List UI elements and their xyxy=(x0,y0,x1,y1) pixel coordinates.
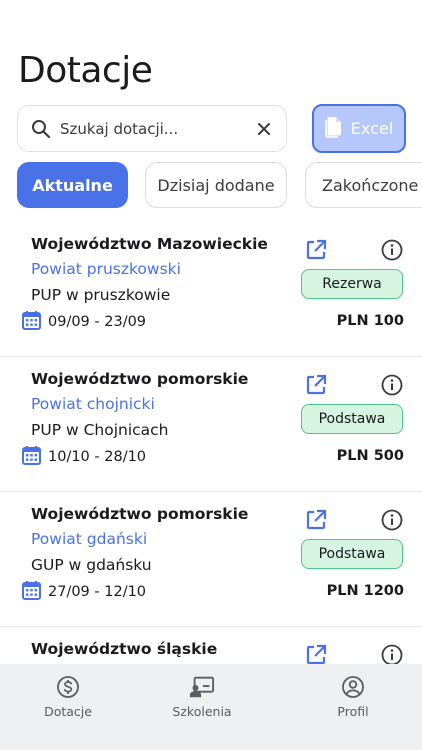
status-badge: Podstawa xyxy=(301,539,403,569)
grant-region: Województwo Mazowieckie xyxy=(31,235,268,253)
grant-card[interactable]: Województwo pomorskie Powiat chojnicki P… xyxy=(0,357,422,492)
tab-grants[interactable]: Dotacje xyxy=(8,674,128,719)
grant-region: Województwo pomorskie xyxy=(31,370,249,388)
user-circle-icon xyxy=(340,674,366,700)
excel-export-button[interactable]: Excel xyxy=(312,104,406,153)
grants-list: Województwo Mazowieckie Powiat pruszkows… xyxy=(0,222,422,664)
filter-finished[interactable]: Zakończone xyxy=(305,162,422,208)
calendar-icon xyxy=(22,445,41,469)
search-input[interactable] xyxy=(60,119,250,138)
info-icon[interactable] xyxy=(380,238,404,262)
info-icon[interactable] xyxy=(380,643,404,664)
grant-region: Województwo śląskie xyxy=(31,640,218,658)
grant-card[interactable]: Województwo śląskie xyxy=(0,627,422,664)
grant-dates: 27/09 - 12/10 xyxy=(22,580,146,604)
status-badge: Podstawa xyxy=(301,404,403,434)
calendar-icon xyxy=(22,310,41,334)
grant-amount: PLN 500 xyxy=(336,448,404,464)
info-icon[interactable] xyxy=(380,373,404,397)
presentation-icon xyxy=(189,674,215,700)
grant-date-range: 27/09 - 12/10 xyxy=(48,584,147,600)
dollar-circle-icon xyxy=(55,674,81,700)
search-icon xyxy=(30,118,52,140)
grant-dates: 10/10 - 28/10 xyxy=(22,445,146,469)
filter-added-today[interactable]: Dzisiaj dodane xyxy=(145,162,287,208)
open-external-icon[interactable] xyxy=(304,508,328,532)
filter-chips: Aktualne Dzisiaj dodane Zakończone xyxy=(17,162,422,208)
clear-search-icon[interactable] xyxy=(254,119,274,139)
grant-county: Powiat chojnicki xyxy=(31,395,155,413)
grant-amount: PLN 1200 xyxy=(326,583,404,599)
search-box[interactable] xyxy=(17,105,287,152)
tab-profile[interactable]: Profil xyxy=(293,674,413,719)
open-external-icon[interactable] xyxy=(304,238,328,262)
status-badge: Rezerwa xyxy=(301,269,403,299)
grant-date-range: 09/09 - 23/09 xyxy=(48,314,147,330)
grant-card[interactable]: Województwo Mazowieckie Powiat pruszkows… xyxy=(0,222,422,357)
page-title: Dotacje xyxy=(18,50,153,91)
open-external-icon[interactable] xyxy=(304,373,328,397)
grant-office: GUP w gdańsku xyxy=(31,556,152,574)
document-icon xyxy=(324,116,343,142)
grant-county: Powiat pruszkowski xyxy=(31,260,181,278)
info-icon[interactable] xyxy=(380,508,404,532)
grant-date-range: 10/10 - 28/10 xyxy=(48,449,147,465)
grant-dates: 09/09 - 23/09 xyxy=(22,310,146,334)
tab-profile-label: Profil xyxy=(337,704,369,719)
filter-current[interactable]: Aktualne xyxy=(17,162,128,208)
bottom-tab-bar: Dotacje Szkolenia Profil xyxy=(0,664,422,750)
open-external-icon[interactable] xyxy=(304,643,328,664)
grant-office: PUP w pruszkowie xyxy=(31,286,171,304)
grant-region: Województwo pomorskie xyxy=(31,505,249,523)
excel-label: Excel xyxy=(350,119,394,138)
tab-trainings[interactable]: Szkolenia xyxy=(142,674,262,719)
calendar-icon xyxy=(22,580,41,604)
grant-county: Powiat gdański xyxy=(31,530,148,548)
grant-amount: PLN 100 xyxy=(336,313,404,329)
grant-card[interactable]: Województwo pomorskie Powiat gdański GUP… xyxy=(0,492,422,627)
tab-trainings-label: Szkolenia xyxy=(172,704,232,719)
tab-grants-label: Dotacje xyxy=(44,704,92,719)
grant-office: PUP w Chojnicach xyxy=(31,421,169,439)
